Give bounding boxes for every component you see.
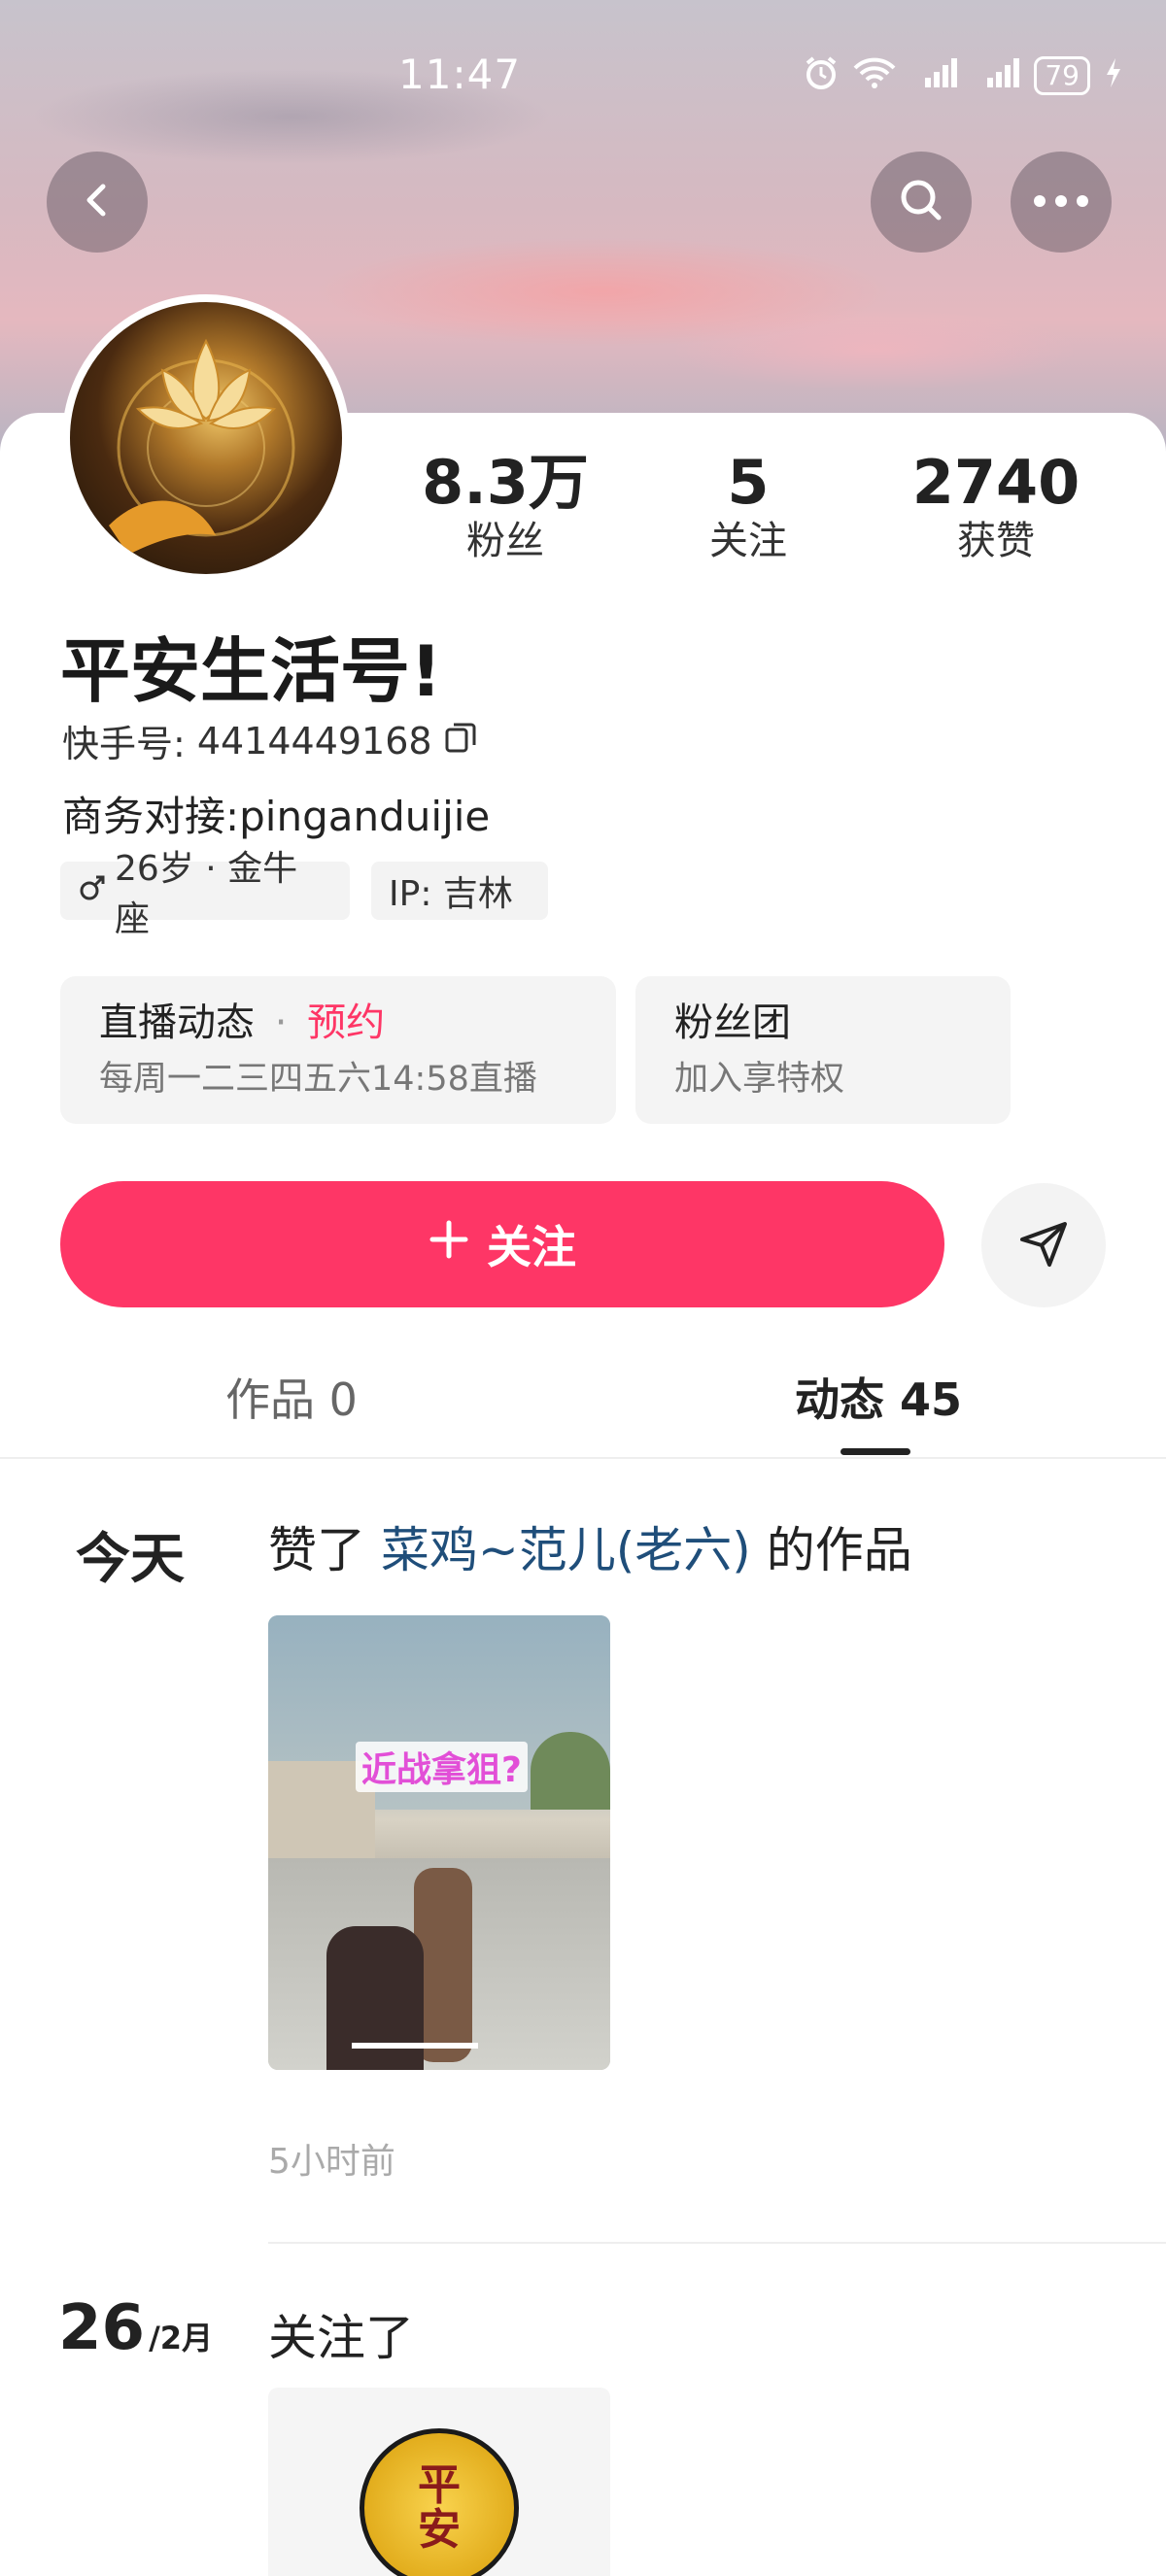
coin-text: 平安 <box>418 2460 461 2555</box>
fan-club-title: 粉丝团 <box>674 1000 791 1045</box>
feed-divider <box>268 2242 1166 2244</box>
live-title-row: 直播动态 · 预约 <box>99 994 577 1052</box>
tab-works[interactable]: 作品 0 <box>225 1365 358 1429</box>
thumb-caption: 近战拿狙? <box>356 1742 528 1792</box>
feed-time-ago: 5小时前 <box>268 2142 395 2182</box>
lotus-koi-image <box>109 338 295 555</box>
search-button[interactable] <box>871 152 972 253</box>
stat-likes-label: 获赞 <box>957 519 1035 563</box>
status-bar: 11:47 79 <box>0 0 1166 155</box>
age-tag-text: 26岁 · 金牛座 <box>115 849 298 939</box>
more-button[interactable] <box>1011 152 1112 253</box>
feed-action: 赞了 <box>268 1522 365 1578</box>
active-tab-indicator <box>840 1448 910 1455</box>
status-time: 11:47 <box>398 51 522 98</box>
plus-icon <box>429 1218 469 1271</box>
live-schedule-text: 每周一二三四五六14:58直播 <box>99 1060 537 1099</box>
feed-date-today: 今天 <box>76 1528 185 1591</box>
live-schedule-box[interactable]: 直播动态 · 预约 每周一二三四五六14:58直播 <box>60 976 616 1124</box>
followed-user-card[interactable]: 平安 <box>268 2388 610 2576</box>
live-reserve-link[interactable]: 预约 <box>307 1000 385 1045</box>
tab-moments[interactable]: 动态 45 <box>795 1365 962 1429</box>
kuaishou-id-row: 快手号: 4414449168 <box>62 714 477 767</box>
charging-icon <box>1104 56 1123 95</box>
wifi-icon <box>853 56 896 95</box>
stat-likes-value: 2740 <box>911 447 1080 518</box>
profile-name: 平安生活号! <box>60 630 442 712</box>
signal-icon-1 <box>909 56 958 95</box>
date-day-number: 26 <box>58 2292 146 2364</box>
live-separator: · <box>274 1000 288 1045</box>
video-thumbnail[interactable]: 近战拿狙? <box>268 1615 610 2070</box>
date-month: /2月 <box>149 2320 214 2356</box>
thumb-progress <box>352 2043 478 2049</box>
share-button[interactable] <box>981 1183 1106 1307</box>
alarm-icon <box>803 54 840 97</box>
feed-date-feb26: 26 /2月 <box>58 2292 213 2364</box>
kuaishou-id-label: 快手号: <box>62 723 186 765</box>
back-button[interactable] <box>47 152 148 253</box>
feed-suffix: 的作品 <box>766 1522 912 1578</box>
age-tag: 26岁 · 金牛座 <box>60 849 350 939</box>
stat-following[interactable]: 5 关注 <box>641 449 855 565</box>
stat-following-value: 5 <box>727 447 770 518</box>
stat-fans-label: 粉丝 <box>466 519 544 563</box>
send-icon <box>1016 1216 1071 1274</box>
kuaishou-id-value: 4414449168 <box>196 719 432 763</box>
avatar[interactable] <box>62 294 350 582</box>
fan-club-box[interactable]: 粉丝团 加入享特权 <box>635 976 1011 1124</box>
thumb-tree <box>531 1732 610 1810</box>
stat-likes[interactable]: 2740 获赞 <box>889 449 1103 565</box>
tabs-divider <box>0 1457 1166 1459</box>
copy-icon[interactable] <box>444 720 477 763</box>
feed-target-user-link[interactable]: 菜鸡~范儿(老六) <box>381 1522 751 1578</box>
ip-tag-text: IP: 吉林 <box>389 874 513 914</box>
stat-following-label: 关注 <box>709 519 787 563</box>
male-icon <box>78 871 107 911</box>
followed-user-avatar: 平安 <box>360 2428 519 2576</box>
battery-indicator: 79 <box>1034 56 1090 95</box>
live-title: 直播动态 <box>99 1000 255 1045</box>
business-contact: 商务对接:pinganduijie <box>62 793 491 840</box>
follow-button-label: 关注 <box>487 1221 576 1273</box>
stat-fans[interactable]: 8.3万 粉丝 <box>398 449 612 565</box>
feed-item-followed: 关注了 <box>268 2310 414 2366</box>
feed-item-liked: 赞了 菜鸡~范儿(老六) 的作品 <box>268 1511 912 1581</box>
stat-fans-value: 8.3万 <box>422 447 589 518</box>
search-icon <box>897 176 945 228</box>
signal-icon-2 <box>972 56 1020 95</box>
more-dots-icon <box>1032 193 1090 212</box>
status-icons: 79 <box>803 54 1123 97</box>
follow-button[interactable]: 关注 <box>60 1181 944 1307</box>
chevron-left-icon <box>78 181 117 223</box>
fan-club-sub: 加入享特权 <box>674 1060 845 1099</box>
ip-tag: IP: 吉林 <box>371 862 548 920</box>
